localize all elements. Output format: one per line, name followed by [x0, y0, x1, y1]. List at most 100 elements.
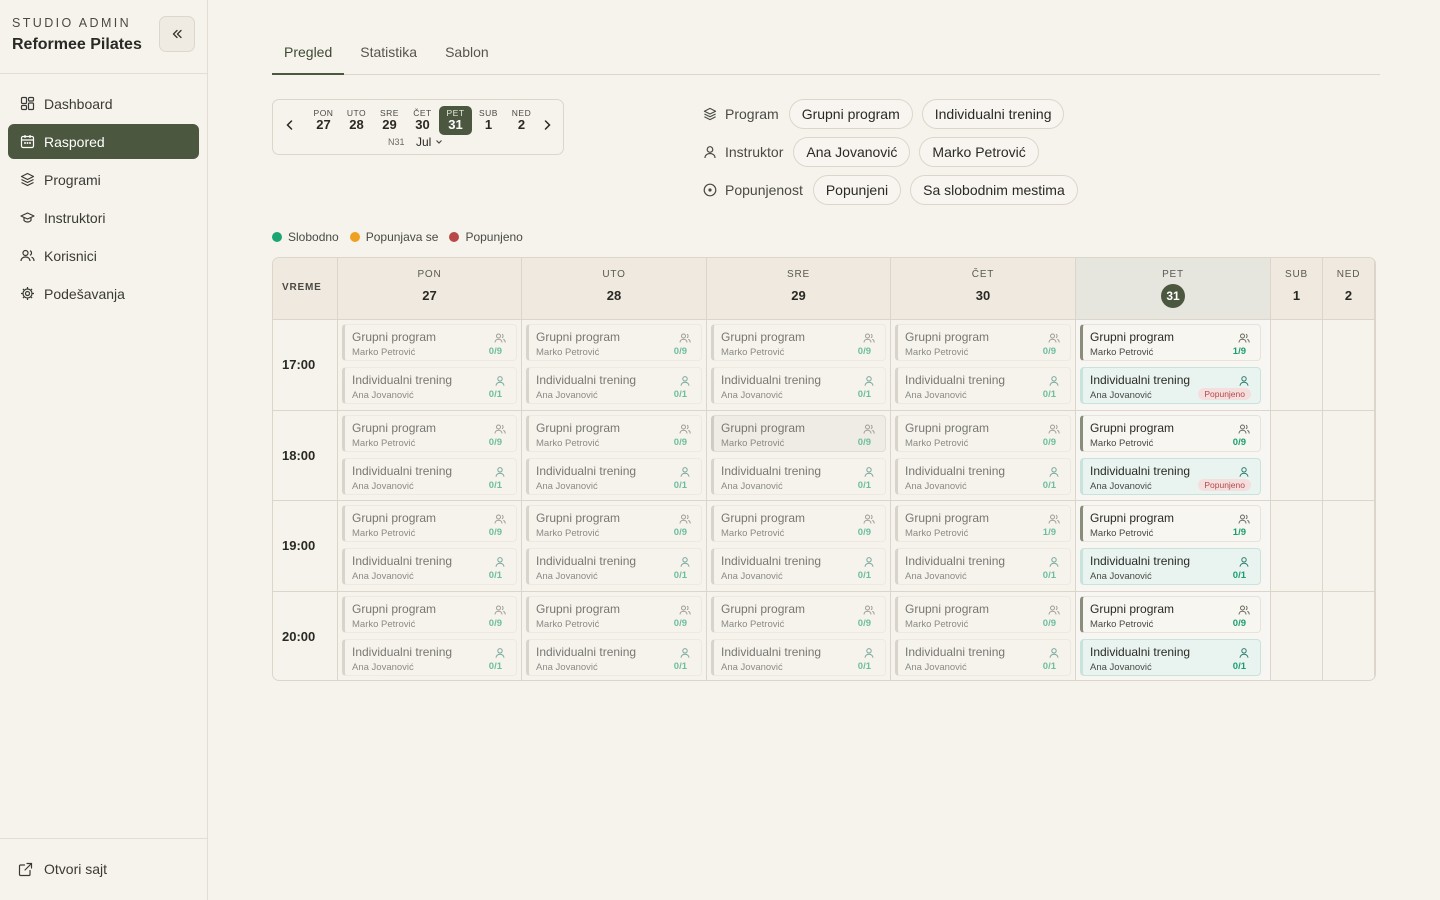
class-event-card[interactable]: Individualni trening Ana Jovanović Popunje…: [1080, 367, 1261, 404]
filter-chip-sa-slobodnim-mestima[interactable]: Sa slobodnim mestima: [910, 175, 1078, 205]
schedule-cell[interactable]: [1271, 501, 1323, 592]
class-event-card[interactable]: Grupni program Marko Petrović 0/9: [526, 505, 702, 542]
schedule-cell[interactable]: Grupni program Marko Petrović 0/9 Individua…: [1076, 410, 1271, 501]
schedule-cell[interactable]: Grupni program Marko Petrović 0/9 Individua…: [522, 320, 707, 411]
sidebar-item-raspored[interactable]: Raspored: [8, 124, 199, 159]
class-event-card[interactable]: Grupni program Marko Petrović 0/9: [711, 595, 886, 633]
schedule-cell[interactable]: Grupni program Marko Petrović 0/9 Individua…: [338, 410, 522, 501]
day-column-header[interactable]: PET 31: [1076, 258, 1271, 320]
class-event-card[interactable]: Grupni program Marko Petrović 1/9: [895, 505, 1071, 542]
schedule-cell[interactable]: Grupni program Marko Petrović 0/9 Individua…: [522, 591, 707, 680]
class-event-card[interactable]: Grupni program Marko Petrović 0/9: [342, 324, 517, 361]
schedule-cell[interactable]: Grupni program Marko Petrović 0/9 Individua…: [522, 410, 707, 501]
open-site-link[interactable]: Otvori sajt: [18, 860, 107, 878]
schedule-cell[interactable]: Grupni program Marko Petrović 0/9 Individua…: [338, 591, 522, 680]
class-event-card[interactable]: Individualni trening Ana Jovanović 0/1: [342, 367, 517, 404]
class-event-card[interactable]: Grupni program Marko Petrović 0/9: [526, 324, 702, 361]
schedule-cell[interactable]: Grupni program Marko Petrović 0/9 Individua…: [707, 410, 891, 501]
filter-chip-individualni-trening[interactable]: Individualni trening: [921, 99, 1065, 129]
class-event-card[interactable]: Grupni program Marko Petrović 0/9: [526, 414, 702, 452]
month-select[interactable]: Jul: [416, 135, 444, 149]
schedule-cell[interactable]: [1271, 320, 1323, 411]
tab-statistika[interactable]: Statistika: [348, 40, 429, 74]
class-event-card[interactable]: Grupni program Marko Petrović 0/9: [1080, 595, 1261, 633]
date-day-2[interactable]: NED 2: [505, 106, 538, 133]
filter-chip-popunjeni[interactable]: Popunjeni: [812, 175, 902, 205]
date-day-28[interactable]: UTO 28: [340, 106, 373, 133]
schedule-cell[interactable]: [1271, 410, 1323, 501]
class-event-card[interactable]: Individualni trening Ana Jovanović 0/1: [526, 638, 702, 676]
class-event-card[interactable]: Individualni trening Ana Jovanović 0/1: [1080, 548, 1261, 585]
schedule-cell[interactable]: [1323, 501, 1375, 592]
schedule-cell[interactable]: Grupni program Marko Petrović 0/9 Individua…: [707, 591, 891, 680]
class-event-card[interactable]: Individualni trening Ana Jovanović 0/1: [895, 457, 1071, 495]
class-event-card[interactable]: Grupni program Marko Petrović 0/9: [1080, 414, 1261, 452]
day-column-header[interactable]: SRE 29: [707, 258, 891, 320]
class-event-card[interactable]: Grupni program Marko Petrović 1/9: [1080, 505, 1261, 542]
class-event-card[interactable]: Individualni trening Ana Jovanović 0/1: [895, 548, 1071, 585]
schedule-cell[interactable]: [1323, 410, 1375, 501]
class-event-card[interactable]: Grupni program Marko Petrović 0/9: [895, 414, 1071, 452]
collapse-sidebar-button[interactable]: [159, 16, 195, 52]
class-event-card[interactable]: Individualni trening Ana Jovanović 0/1: [526, 457, 702, 495]
schedule-cell[interactable]: Grupni program Marko Petrović 0/9 Individua…: [891, 591, 1076, 680]
class-event-card[interactable]: Individualni trening Ana Jovanović 0/1: [895, 638, 1071, 676]
class-event-card[interactable]: Individualni trening Ana Jovanović 0/1: [1080, 638, 1261, 676]
schedule-cell[interactable]: Grupni program Marko Petrović 0/9 Individua…: [338, 320, 522, 411]
schedule-cell[interactable]: [1323, 320, 1375, 411]
schedule-cell[interactable]: Grupni program Marko Petrović 0/9 Individua…: [707, 320, 891, 411]
class-event-card[interactable]: Grupni program Marko Petrović 0/9: [895, 595, 1071, 633]
class-event-card[interactable]: Grupni program Marko Petrović 0/9: [342, 414, 517, 452]
class-event-card[interactable]: Grupni program Marko Petrović 0/9: [711, 414, 886, 452]
day-column-header[interactable]: NED 2: [1323, 258, 1375, 320]
class-event-card[interactable]: Individualni trening Ana Jovanović 0/1: [342, 548, 517, 585]
sidebar-item-podesavanja[interactable]: Podešavanja: [8, 276, 199, 311]
schedule-cell[interactable]: Grupni program Marko Petrović 1/9 Individua…: [1076, 501, 1271, 592]
class-event-card[interactable]: Individualni trening Ana Jovanović 0/1: [711, 367, 886, 404]
day-column-header[interactable]: PON 27: [338, 258, 522, 320]
class-event-card[interactable]: Grupni program Marko Petrović 0/9: [342, 595, 517, 633]
class-event-card[interactable]: Grupni program Marko Petrović 0/9: [711, 505, 886, 542]
class-event-card[interactable]: Grupni program Marko Petrović 0/9: [526, 595, 702, 633]
class-event-card[interactable]: Individualni trening Ana Jovanović Popunje…: [1080, 457, 1261, 495]
tab-sablon[interactable]: Sablon: [433, 40, 501, 74]
class-event-card[interactable]: Individualni trening Ana Jovanović 0/1: [526, 548, 702, 585]
class-event-card[interactable]: Grupni program Marko Petrović 0/9: [342, 505, 517, 542]
filter-chip-ana-jovanovic[interactable]: Ana Jovanović: [793, 137, 911, 167]
sidebar-item-programi[interactable]: Programi: [8, 162, 199, 197]
schedule-cell[interactable]: Grupni program Marko Petrović 0/9 Individua…: [707, 501, 891, 592]
schedule-cell[interactable]: Grupni program Marko Petrović 1/9 Individua…: [891, 501, 1076, 592]
prev-week-button[interactable]: [283, 118, 297, 136]
class-event-card[interactable]: Grupni program Marko Petrović 0/9: [895, 324, 1071, 361]
tab-pregled[interactable]: Pregled: [272, 40, 345, 75]
day-column-header[interactable]: ČET 30: [891, 258, 1076, 320]
date-day-27[interactable]: PON 27: [307, 106, 340, 133]
sidebar-item-korisnici[interactable]: Korisnici: [8, 238, 199, 273]
schedule-cell[interactable]: Grupni program Marko Petrović 0/9 Individua…: [891, 410, 1076, 501]
class-event-card[interactable]: Individualni trening Ana Jovanović 0/1: [526, 367, 702, 404]
class-event-card[interactable]: Individualni trening Ana Jovanović 0/1: [342, 457, 517, 495]
class-event-card[interactable]: Grupni program Marko Petrović 1/9: [1080, 324, 1261, 361]
schedule-cell[interactable]: [1323, 591, 1375, 680]
day-column-header[interactable]: UTO 28: [522, 258, 707, 320]
class-event-card[interactable]: Individualni trening Ana Jovanović 0/1: [711, 548, 886, 585]
date-day-30[interactable]: ČET 30: [406, 106, 439, 133]
class-event-card[interactable]: Individualni trening Ana Jovanović 0/1: [895, 367, 1071, 404]
class-event-card[interactable]: Individualni trening Ana Jovanović 0/1: [711, 638, 886, 676]
filter-chip-marko-petrovic[interactable]: Marko Petrović: [919, 137, 1039, 167]
schedule-cell[interactable]: Grupni program Marko Petrović 0/9 Individua…: [891, 320, 1076, 411]
date-day-1[interactable]: SUB 1: [472, 106, 505, 133]
schedule-cell[interactable]: Grupni program Marko Petrović 1/9 Individua…: [1076, 320, 1271, 411]
sidebar-item-instruktori[interactable]: Instruktori: [8, 200, 199, 235]
schedule-cell[interactable]: Grupni program Marko Petrović 0/9 Individua…: [522, 501, 707, 592]
date-day-31-selected[interactable]: PET 31: [439, 106, 472, 135]
class-event-card[interactable]: Individualni trening Ana Jovanović 0/1: [342, 638, 517, 676]
next-week-button[interactable]: [540, 118, 554, 136]
schedule-cell[interactable]: Grupni program Marko Petrović 0/9 Individua…: [338, 501, 522, 592]
schedule-cell[interactable]: [1271, 591, 1323, 680]
date-day-29[interactable]: SRE 29: [373, 106, 406, 133]
sidebar-item-dashboard[interactable]: Dashboard: [8, 86, 199, 121]
day-column-header[interactable]: SUB 1: [1271, 258, 1323, 320]
class-event-card[interactable]: Grupni program Marko Petrović 0/9: [711, 324, 886, 361]
filter-chip-grupni-program[interactable]: Grupni program: [788, 99, 913, 129]
